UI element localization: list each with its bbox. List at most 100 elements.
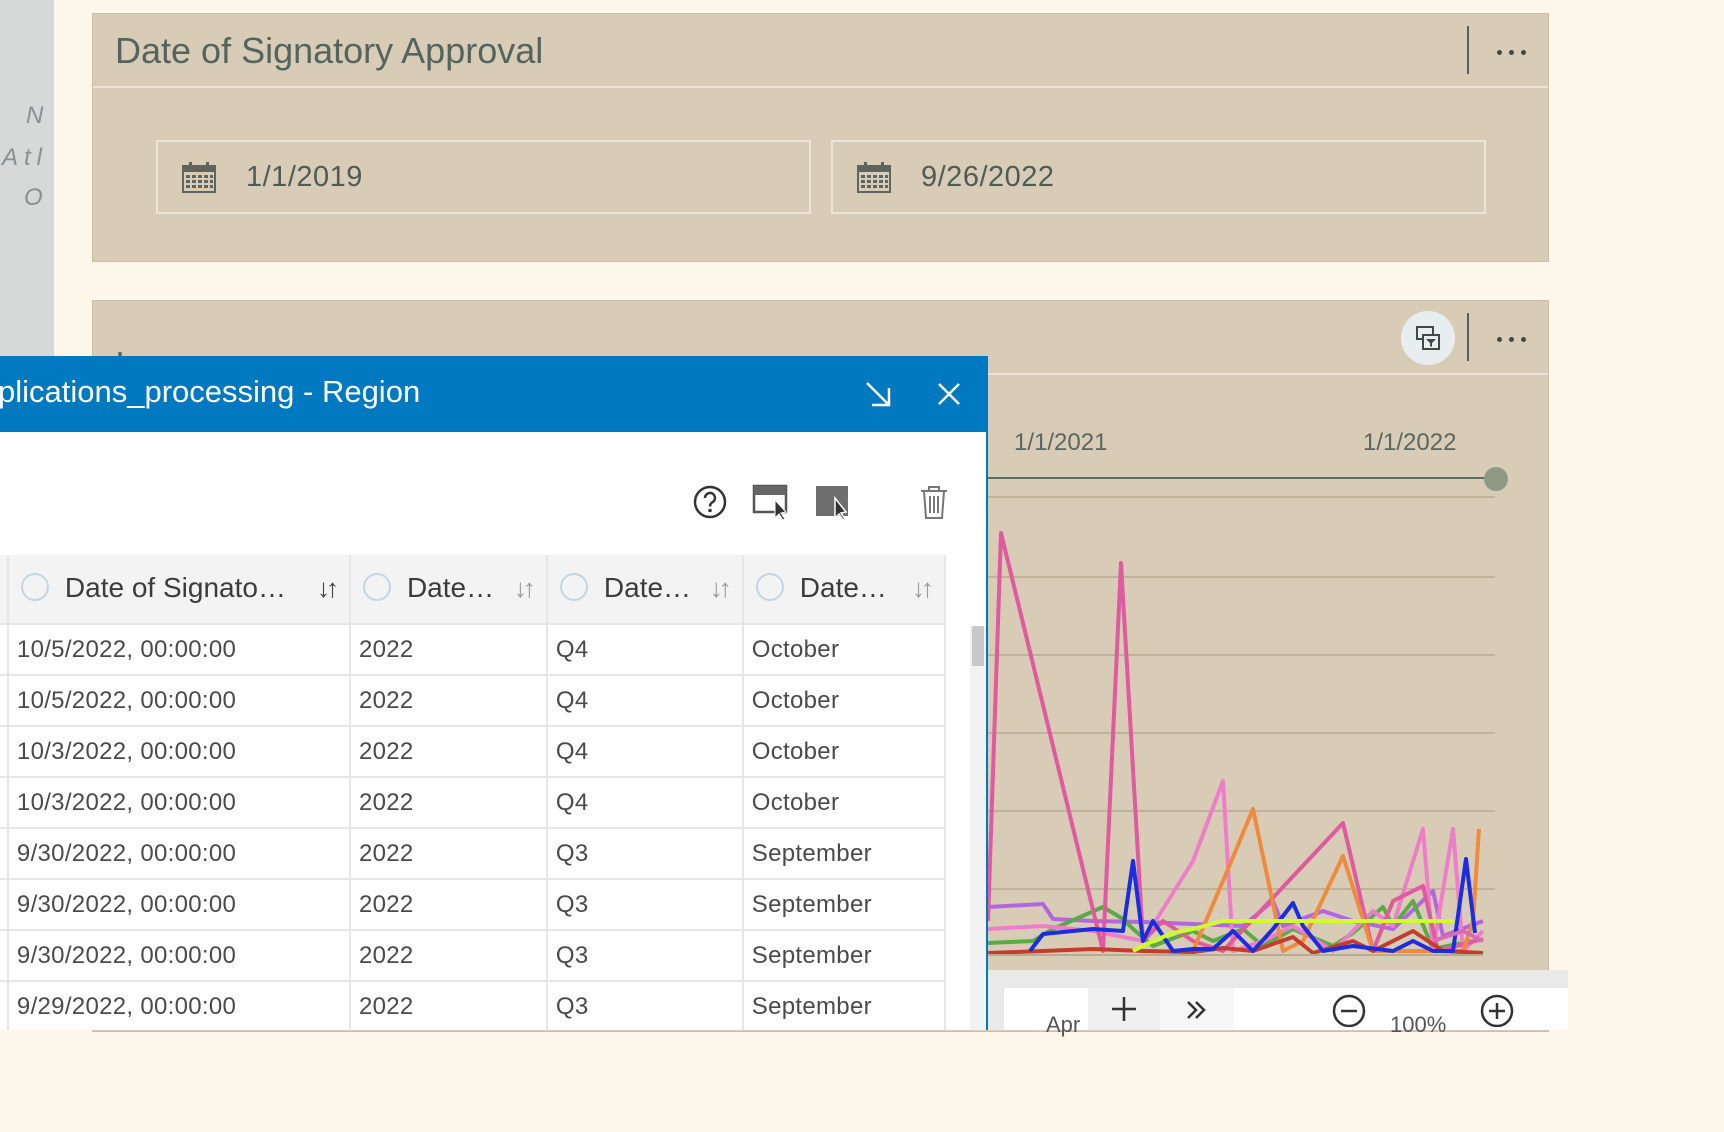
table-cell: Q4	[546, 624, 744, 676]
table-cell: 2022	[349, 930, 548, 982]
table-row[interactable]: 10/5/2022, 00:00:00 2022 Q4 October	[0, 675, 947, 727]
zoom-out-button[interactable]	[1328, 988, 1370, 1030]
header-separator	[1467, 26, 1469, 74]
table-scrollbar[interactable]	[970, 626, 986, 1030]
table-cell: 10/5/2022, 00:00:00	[7, 675, 351, 727]
table-cell: 10/3/2022, 00:00:00	[7, 726, 351, 778]
table-row[interactable]: 9/30/2022, 00:00:00 2022 Q3 September	[0, 930, 947, 982]
more-icon	[1496, 49, 1502, 55]
row-stub	[0, 624, 9, 676]
select-column-toggle[interactable]	[20, 573, 49, 601]
select-column-toggle[interactable]	[362, 573, 391, 601]
table-cell: October	[742, 726, 947, 778]
select-column-toggle[interactable]	[559, 573, 588, 601]
table-cell: 10/3/2022, 00:00:00	[7, 777, 351, 829]
sort-icon[interactable]: ↓↑	[710, 573, 732, 604]
attribute-table: Date of Signato… ↓↑ Date… ↓↑ Date… ↓↑ Da…	[0, 555, 947, 1030]
column-header[interactable]: Date… ↓↑	[349, 555, 548, 625]
trash-icon	[921, 486, 947, 519]
more-icon-dot	[1508, 49, 1514, 55]
end-date-input[interactable]: 9/26/2022	[831, 140, 1486, 214]
table-cell: September	[742, 879, 947, 931]
table-row[interactable]: 9/29/2022, 00:00:00 2022 Q3 September	[0, 981, 947, 1030]
add-button[interactable]	[1088, 988, 1160, 1030]
row-stub	[0, 879, 9, 931]
column-header[interactable]: Date of Signato… ↓↑	[7, 555, 351, 625]
column-header-label: Date of Signato…	[64, 572, 286, 603]
table-cell: 2022	[349, 828, 548, 880]
table-cell: October	[742, 624, 947, 676]
column-header[interactable]: Date… ↓↑	[742, 555, 947, 625]
row-stub	[0, 981, 9, 1030]
end-date-value: 9/26/2022	[921, 160, 1055, 193]
start-date-value: 1/1/2019	[246, 160, 363, 193]
table-cell: Q3	[546, 879, 744, 931]
help-icon	[693, 485, 727, 519]
start-date-input[interactable]: 1/1/2019	[156, 140, 811, 214]
zoom-in-icon	[1480, 994, 1514, 1027]
column-header-label: Date…	[603, 572, 692, 603]
table-scrollbar-thumb[interactable]	[972, 626, 984, 666]
table-cell: September	[742, 981, 947, 1030]
table-cell: October	[742, 675, 947, 727]
calendar-icon	[857, 162, 891, 193]
row-stub	[0, 828, 9, 880]
sort-icon[interactable]: ↓↑	[514, 573, 536, 604]
minimize-icon	[866, 382, 891, 407]
left-strip-text: Atl	[2, 144, 49, 171]
table-cell: 2022	[349, 981, 548, 1030]
table-header-row: Date of Signato… ↓↑ Date… ↓↑ Date… ↓↑ Da…	[0, 555, 947, 625]
table-row[interactable]: 10/3/2022, 00:00:00 2022 Q4 October	[0, 726, 947, 778]
minimize-button[interactable]	[858, 374, 898, 414]
next-button[interactable]	[1160, 988, 1234, 1030]
help-button[interactable]	[688, 480, 732, 524]
window-header: plications_processing - Region	[0, 356, 986, 432]
select-column-toggle[interactable]	[755, 573, 784, 601]
table-row[interactable]: 10/3/2022, 00:00:00 2022 Q4 October	[0, 777, 947, 829]
row-stub	[0, 777, 9, 829]
table-cell: 2022	[349, 675, 548, 727]
calendar-icon	[182, 162, 216, 193]
table-cell: Q3	[546, 930, 744, 982]
table-cell: Q4	[546, 675, 744, 727]
panel-title: Date of Signatory Approval	[115, 30, 544, 71]
close-icon	[938, 383, 960, 405]
select-button[interactable]	[811, 480, 855, 524]
row-stub	[0, 675, 9, 727]
zoom-out-icon	[1332, 994, 1366, 1027]
row-stub	[0, 726, 9, 778]
bottom-partial-label: Apr	[1046, 1012, 1081, 1037]
sort-icon[interactable]: ↓↑	[317, 573, 339, 604]
table-cell: September	[742, 828, 947, 880]
attribute-table-window: plications_processing - Region Date of S…	[0, 356, 988, 1030]
window-title: plications_processing - Region	[0, 374, 421, 409]
table-row[interactable]: 9/30/2022, 00:00:00 2022 Q3 September	[0, 879, 947, 931]
select-icon	[816, 486, 848, 521]
table-cell: 9/29/2022, 00:00:00	[7, 981, 351, 1030]
table-cell: 9/30/2022, 00:00:00	[7, 930, 351, 982]
select-area-icon	[752, 484, 788, 521]
column-header-stub	[0, 555, 9, 625]
column-header[interactable]: Date… ↓↑	[546, 555, 744, 625]
table-cell: Q4	[546, 777, 744, 829]
table-cell: 2022	[349, 726, 548, 778]
row-stub	[0, 930, 9, 982]
delete-button[interactable]	[912, 480, 956, 524]
table-row[interactable]: 9/30/2022, 00:00:00 2022 Q3 September	[0, 828, 947, 880]
sort-icon[interactable]: ↓↑	[912, 573, 934, 604]
column-header-label: Date…	[406, 572, 495, 603]
left-strip-text: O	[24, 184, 49, 211]
select-by-area-button[interactable]	[749, 480, 793, 524]
header-divider	[93, 86, 1548, 88]
zoom-in-button[interactable]	[1476, 988, 1518, 1030]
table-cell: 9/30/2022, 00:00:00	[7, 828, 351, 880]
table-row[interactable]: 10/5/2022, 00:00:00 2022 Q4 October	[0, 624, 947, 676]
more-options-button[interactable]	[1487, 32, 1535, 72]
table-cell: 2022	[349, 879, 548, 931]
more-icon-dot	[1520, 49, 1526, 55]
date-filter-panel: Date of Signatory Approval 1/1/2019 9/26…	[92, 13, 1549, 262]
column-header-label: Date…	[799, 572, 887, 603]
table-cell: October	[742, 777, 947, 829]
close-button[interactable]	[929, 374, 969, 414]
table-cell: Q3	[546, 981, 744, 1030]
